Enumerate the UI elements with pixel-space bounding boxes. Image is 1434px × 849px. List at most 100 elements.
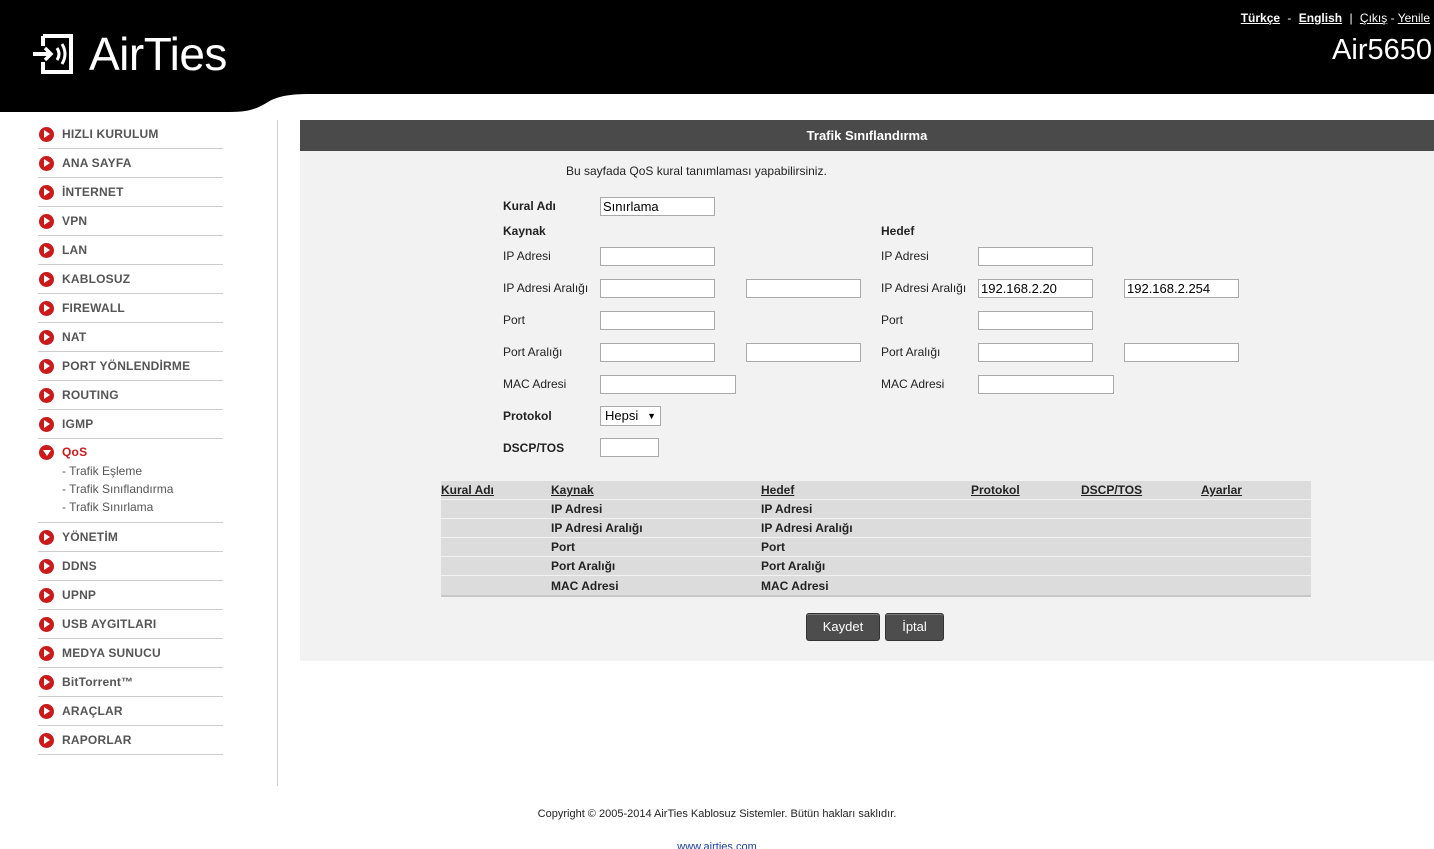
arrow-right-icon xyxy=(39,674,54,690)
save-button[interactable]: Kaydet xyxy=(806,613,880,641)
sidebar-subitem-trafik-sinirlama[interactable]: - Trafik Sınırlama xyxy=(62,498,223,516)
col-header-rule-name[interactable]: Kural Adı xyxy=(441,483,551,497)
sidebar-item-usb-aygitlari[interactable]: USB AYGITLARI xyxy=(38,610,223,639)
sidebar-item-routing[interactable]: ROUTING xyxy=(38,381,223,410)
sidebar-item-kablosuz[interactable]: KABLOSUZ xyxy=(38,265,223,294)
dest-port-label: Port xyxy=(881,313,904,327)
col-header-settings[interactable]: Ayarlar xyxy=(1201,483,1311,497)
sidebar-subitem-trafik-esleme[interactable]: - Trafik Eşleme xyxy=(62,462,223,480)
refresh-link[interactable]: Yenile xyxy=(1398,11,1430,25)
protocol-label: Protokol xyxy=(503,409,552,423)
arrow-down-icon xyxy=(39,444,54,460)
top-links: Türkçe - English | Çıkış - Yenile xyxy=(1240,11,1430,25)
dest-mac-input[interactable] xyxy=(978,375,1114,394)
sidebar-item-araclar[interactable]: ARAÇLAR xyxy=(38,697,223,726)
dest-port-range-label: Port Aralığı xyxy=(881,345,941,359)
sidebar-divider xyxy=(277,120,278,786)
table-row: MAC Adresi MAC Adresi xyxy=(551,578,829,593)
dest-ip-range-from-input[interactable] xyxy=(978,279,1093,298)
source-port-range-to-input[interactable] xyxy=(746,343,861,362)
source-ip-range-to-input[interactable] xyxy=(746,279,861,298)
lang-english-link[interactable]: English xyxy=(1299,11,1342,25)
main-panel: Trafik Sınıflandırma Bu sayfada QoS kura… xyxy=(300,120,1434,661)
arrow-right-icon xyxy=(39,126,54,142)
arrow-right-icon xyxy=(39,155,54,171)
sidebar-item-medya-sunucu[interactable]: MEDYA SUNUCU xyxy=(38,639,223,668)
dest-ip-range-to-input[interactable] xyxy=(1124,279,1239,298)
source-ip-range-label: IP Adresi Aralığı xyxy=(503,281,589,295)
sidebar-item-upnp[interactable]: UPNP xyxy=(38,581,223,610)
arrow-right-icon xyxy=(39,271,54,287)
sidebar-item-vpn[interactable]: VPN xyxy=(38,207,223,236)
dest-port-input[interactable] xyxy=(978,311,1093,330)
source-mac-label: MAC Adresi xyxy=(503,377,567,391)
protocol-select[interactable]: Hepsi ▼ xyxy=(600,406,661,426)
arrow-right-icon xyxy=(39,184,54,200)
table-row: IP Adresi Aralığı IP Adresi Aralığı xyxy=(441,519,1311,538)
sidebar-item-ana-sayfa[interactable]: ANA SAYFA xyxy=(38,149,223,178)
sidebar-item-firewall[interactable]: FIREWALL xyxy=(38,294,223,323)
dest-port-range-to-input[interactable] xyxy=(1124,343,1239,362)
table-row: Port Aralığı Port Aralığı xyxy=(441,557,1311,576)
arrow-right-icon xyxy=(39,645,54,661)
copyright-text: Copyright © 2005-2014 AirTies Kablosuz S… xyxy=(537,808,897,820)
rule-name-input[interactable] xyxy=(600,197,715,216)
website-link[interactable]: www.airties.com xyxy=(0,841,1434,849)
sidebar-item-port-yonlendirme[interactable]: PORT YÖNLENDİRME xyxy=(38,352,223,381)
page-title: Trafik Sınıflandırma xyxy=(300,120,1434,151)
source-section-label: Kaynak xyxy=(503,224,546,238)
dest-mac-label: MAC Adresi xyxy=(881,377,945,391)
rule-name-label: Kural Adı xyxy=(503,199,556,213)
model-name: Air5650 xyxy=(1332,34,1432,66)
dest-ip-range-label: IP Adresi Aralığı xyxy=(881,281,967,295)
airties-logo: AirTies xyxy=(33,30,227,78)
logout-link[interactable]: Çıkış xyxy=(1360,11,1387,25)
arrow-right-icon xyxy=(39,703,54,719)
sidebar-item-qos[interactable]: QoS xyxy=(38,444,223,460)
dscp-tos-input[interactable] xyxy=(600,438,659,457)
sidebar-item-yonetim[interactable]: YÖNETİM xyxy=(38,523,223,552)
table-header-row: Kural Adı Kaynak Hedef Protokol DSCP/TOS… xyxy=(441,481,1311,500)
sidebar-item-raporlar[interactable]: RAPORLAR xyxy=(38,726,223,755)
table-row: IP Adresi IP Adresi xyxy=(441,500,1311,519)
sidebar-item-igmp[interactable]: IGMP xyxy=(38,410,223,439)
sidebar-subitem-trafik-siniflandirma[interactable]: - Trafik Sınıflandırma xyxy=(62,480,223,498)
sidebar-item-nat[interactable]: NAT xyxy=(38,323,223,352)
col-header-dest[interactable]: Hedef xyxy=(761,483,971,497)
intro-text: Bu sayfada QoS kural tanımlaması yapabil… xyxy=(566,164,827,178)
col-header-protocol[interactable]: Protokol xyxy=(971,483,1081,497)
dscp-tos-label: DSCP/TOS xyxy=(503,441,565,455)
source-mac-input[interactable] xyxy=(600,375,736,394)
lang-turkish-link[interactable]: Türkçe xyxy=(1241,11,1280,25)
airties-logo-icon xyxy=(33,32,77,76)
sidebar-item-bittorrent[interactable]: BitTorrent™ xyxy=(38,668,223,697)
cancel-button[interactable]: İptal xyxy=(885,613,944,641)
dest-ip-input[interactable] xyxy=(978,247,1093,266)
source-ip-input[interactable] xyxy=(600,247,715,266)
sidebar-item-lan[interactable]: LAN xyxy=(38,236,223,265)
source-port-input[interactable] xyxy=(600,311,715,330)
dest-section-label: Hedef xyxy=(881,224,915,238)
header: AirTies Türkçe - English | Çıkış - Yenil… xyxy=(0,0,1434,112)
arrow-right-icon xyxy=(39,732,54,748)
arrow-right-icon xyxy=(39,416,54,432)
dest-port-range-from-input[interactable] xyxy=(978,343,1093,362)
arrow-right-icon xyxy=(39,387,54,403)
arrow-right-icon xyxy=(39,358,54,374)
source-port-range-label: Port Aralığı xyxy=(503,345,563,359)
sidebar-group-qos: QoS - Trafik Eşleme - Trafik Sınıflandır… xyxy=(38,439,223,523)
arrow-right-icon xyxy=(39,329,54,345)
arrow-right-icon xyxy=(39,616,54,632)
col-header-source[interactable]: Kaynak xyxy=(551,483,761,497)
sidebar-item-ddns[interactable]: DDNS xyxy=(38,552,223,581)
dest-ip-label: IP Adresi xyxy=(881,249,929,263)
col-header-dscp-tos[interactable]: DSCP/TOS xyxy=(1081,483,1201,497)
arrow-right-icon xyxy=(39,558,54,574)
source-port-range-from-input[interactable] xyxy=(600,343,715,362)
sidebar-item-internet[interactable]: İNTERNET xyxy=(38,178,223,207)
header-curve xyxy=(0,90,310,112)
sidebar-item-hizli-kurulum[interactable]: HIZLI KURULUM xyxy=(38,120,223,149)
source-ip-range-from-input[interactable] xyxy=(600,279,715,298)
rules-table: Kural Adı Kaynak Hedef Protokol DSCP/TOS… xyxy=(441,481,1311,597)
sidebar: HIZLI KURULUM ANA SAYFA İNTERNET VPN LAN… xyxy=(38,120,223,755)
